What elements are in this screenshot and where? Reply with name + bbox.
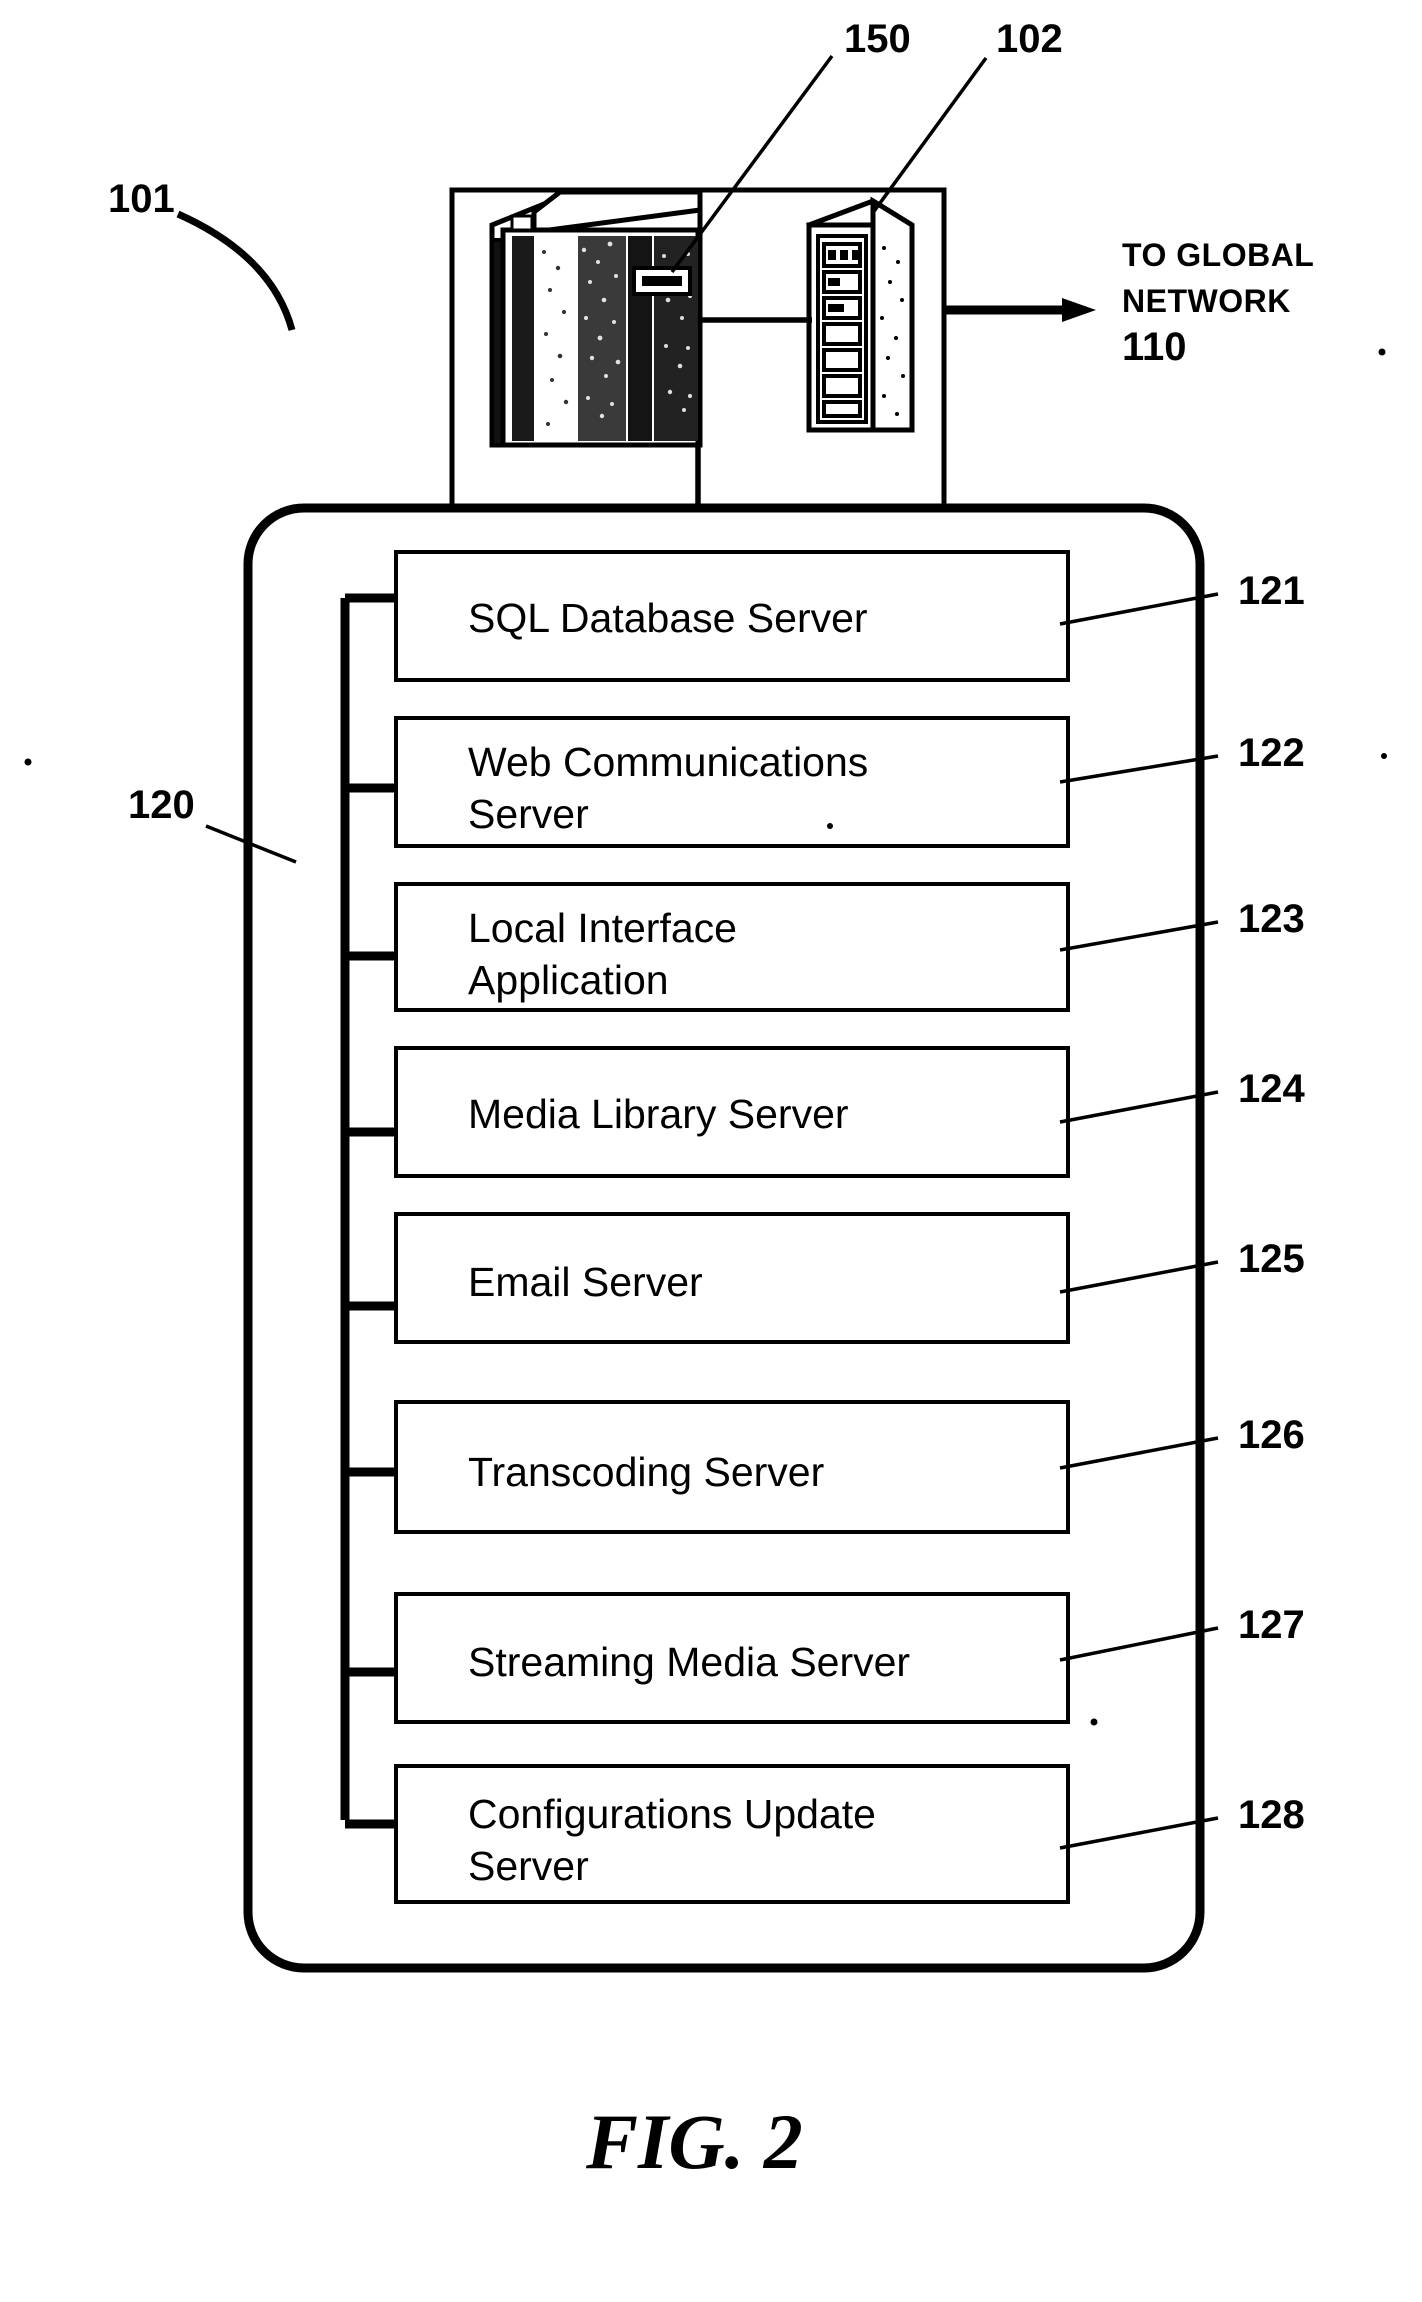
scan-speck-a (24, 758, 32, 766)
ref-num-150: 150 (844, 17, 911, 61)
component-box-126[interactable]: Transcoding Server (345, 1400, 1070, 1534)
patent-figure-2: 150 102 TO GLOBAL NETWORK 110 101 120 SQ… (24, 17, 1387, 2185)
global-network-arrowhead (1062, 298, 1096, 322)
global-network-label-line1: TO GLOBAL (1122, 237, 1314, 273)
component-label-125: Email Server (468, 1259, 703, 1305)
ref-num-124: 124 (1238, 1067, 1305, 1111)
component-box-121[interactable]: SQL Database Server (345, 550, 1070, 682)
scan-speck-b (1378, 348, 1386, 356)
component-label-123-line2: Application (468, 957, 669, 1003)
scan-speck-c (1090, 1718, 1098, 1726)
ref-num-128: 128 (1238, 1793, 1305, 1837)
component-box-122[interactable]: Web Communications Server (345, 716, 1070, 848)
global-network-label-line2: NETWORK (1122, 283, 1291, 319)
component-box-125[interactable]: Email Server (345, 1212, 1070, 1344)
tower-server-graphic (806, 196, 915, 433)
component-label-127: Streaming Media Server (468, 1639, 910, 1685)
component-label-124: Media Library Server (468, 1091, 849, 1137)
scan-speck-d (1381, 753, 1387, 759)
component-label-122-line2: Server (468, 791, 589, 837)
figure-caption: FIG. 2 (585, 2098, 803, 2185)
ref-num-126: 126 (1238, 1413, 1305, 1457)
ref-num-101: 101 (108, 177, 175, 221)
scan-speck-e (827, 823, 833, 829)
component-box-123[interactable]: Local Interface Application (345, 882, 1070, 1012)
component-label-128: Configurations Update (468, 1791, 876, 1837)
component-label-121: SQL Database Server (468, 595, 868, 641)
component-box-124[interactable]: Media Library Server (345, 1046, 1070, 1178)
component-label-126: Transcoding Server (468, 1449, 824, 1495)
ref-num-125: 125 (1238, 1237, 1305, 1281)
system-101-arc (176, 210, 296, 331)
ref-num-122: 122 (1238, 731, 1305, 775)
mainframe-graphic (489, 189, 703, 448)
component-label-128-line2: Server (468, 1843, 589, 1889)
figure-page: 150 102 TO GLOBAL NETWORK 110 101 120 SQ… (0, 0, 1422, 2302)
ref-num-121: 121 (1238, 569, 1305, 613)
ref-num-123: 123 (1238, 897, 1305, 941)
ref-num-120: 120 (128, 783, 195, 827)
ref-num-127: 127 (1238, 1603, 1305, 1647)
component-label-122: Web Communications (468, 739, 868, 785)
component-box-128[interactable]: Configurations Update Server (345, 1764, 1070, 1904)
component-box-127[interactable]: Streaming Media Server (345, 1592, 1070, 1724)
global-network-ref-110: 110 (1122, 325, 1187, 369)
component-label-123: Local Interface (468, 905, 737, 951)
ref-num-102: 102 (996, 17, 1063, 61)
